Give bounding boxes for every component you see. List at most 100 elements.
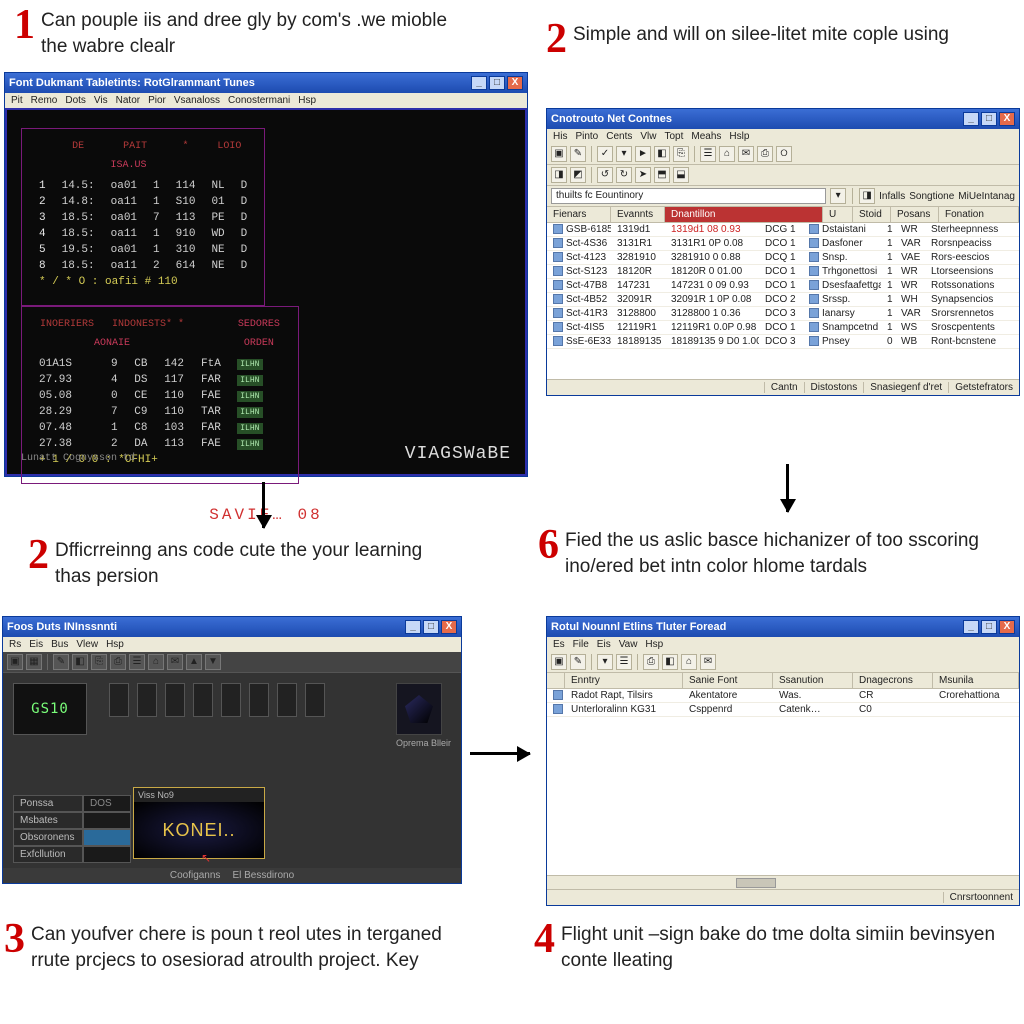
side-key[interactable]: Exfcllution (13, 846, 83, 863)
side-key[interactable]: Obsoronens (13, 829, 83, 846)
menu-item[interactable]: File (573, 639, 589, 650)
side-key[interactable]: Msbates (13, 812, 83, 829)
thumbnail[interactable] (305, 683, 325, 717)
table-row[interactable]: Sct-4IS512119R112119R1 0.0P 0.98DCO 1Sna… (547, 321, 1019, 335)
toolbar-button[interactable]: ⌂ (681, 654, 697, 670)
toolbar-button[interactable]: ↻ (616, 167, 632, 183)
thumbnail[interactable] (109, 683, 129, 717)
col-header[interactable]: Dnantillon (665, 207, 823, 222)
toolbar-button[interactable]: ✉ (700, 654, 716, 670)
col-header[interactable]: Dnagecrons (853, 673, 933, 688)
menu-item[interactable]: Vis (94, 95, 108, 106)
bottom-item[interactable]: El Bessdirono (232, 870, 294, 881)
minimize-button[interactable]: _ (471, 76, 487, 90)
prism-card[interactable]: Oprema Blleir (396, 683, 451, 748)
address-input[interactable]: thuilts fc Eountinory (551, 188, 826, 204)
titlebar[interactable]: Rotul Nounnl Etlins Tluter Foread _ □ X (547, 617, 1019, 637)
toolbar-button[interactable]: ▦ (26, 654, 42, 670)
table-row[interactable]: SsE-6E331818913518189135 9 D0 1.00DCO 3P… (547, 335, 1019, 349)
toolbar-button[interactable]: ◧ (654, 146, 670, 162)
menu-item[interactable]: Pit (11, 95, 23, 106)
h-scrollbar[interactable] (547, 875, 1019, 889)
menu-item[interactable]: Hsp (106, 639, 124, 650)
menu-item[interactable]: Bus (51, 639, 68, 650)
table-row[interactable]: Sct-4S363131R13131R1 0P 0.08DCO 1Dasfone… (547, 237, 1019, 251)
col-header[interactable]: Fonation (939, 207, 1019, 222)
col-header[interactable]: Fienars (547, 207, 611, 222)
maximize-button[interactable]: □ (489, 76, 505, 90)
col-header[interactable]: U (823, 207, 853, 222)
table-row[interactable]: Sct-47B8147231147231 0 09 0.93DCO 1Dsesf… (547, 279, 1019, 293)
toolbar-button[interactable]: ◧ (72, 654, 88, 670)
thumbnail[interactable] (165, 683, 185, 717)
menu-item[interactable]: Vaw (619, 639, 638, 650)
selected-thumbnail[interactable]: Viss No9 KONEI.. (133, 787, 265, 859)
col-header[interactable] (547, 673, 565, 688)
menu-item[interactable]: Conostermani (228, 95, 290, 106)
col-header[interactable]: Enntry (565, 673, 683, 688)
menu-item[interactable]: Pinto (575, 131, 598, 142)
toolbar-button[interactable]: ✎ (570, 146, 586, 162)
close-button[interactable]: X (441, 620, 457, 634)
table-row[interactable]: Unterloralinn KG31CsppenrdCatenk…C0 (547, 703, 1019, 717)
toolbar-button[interactable]: ୦ (776, 146, 792, 162)
menu-item[interactable]: Remo (31, 95, 58, 106)
toolbar-button[interactable]: ☰ (616, 654, 632, 670)
toolbar-button[interactable]: ► (635, 146, 651, 162)
thumbnail-badge[interactable]: GS10 (13, 683, 87, 735)
toolbar-button[interactable]: ➤ (635, 167, 651, 183)
toolbar-button[interactable]: ▣ (7, 654, 23, 670)
toolbar-button[interactable]: ▾ (616, 146, 632, 162)
menu-item[interactable]: Eis (29, 639, 43, 650)
toolbar-button[interactable]: ⎘ (91, 654, 107, 670)
toolbar-button[interactable]: ▼ (205, 654, 221, 670)
toolbar-button[interactable]: ✉ (738, 146, 754, 162)
toolbar-button[interactable]: ✉ (167, 654, 183, 670)
col-header[interactable]: Evannts (611, 207, 665, 222)
maximize-button[interactable]: □ (981, 112, 997, 126)
toolbar-button[interactable]: ◩ (570, 167, 586, 183)
thumbnail[interactable] (277, 683, 297, 717)
toolbar-button[interactable]: ⎙ (643, 654, 659, 670)
toolbar-button[interactable]: ⎙ (110, 654, 126, 670)
close-button[interactable]: X (507, 76, 523, 90)
minimize-button[interactable]: _ (405, 620, 421, 634)
filter-icon[interactable]: ◨ (859, 188, 875, 204)
menu-item[interactable]: Pior (148, 95, 166, 106)
close-button[interactable]: X (999, 620, 1015, 634)
menu-item[interactable]: Hsp (298, 95, 316, 106)
thumbnail[interactable] (193, 683, 213, 717)
menu-item[interactable]: Vlew (76, 639, 98, 650)
col-header[interactable]: Stoid (853, 207, 891, 222)
table-row[interactable]: Sct-4B5232091R32091R 1 0P 0.08DCO 2Srssp… (547, 293, 1019, 307)
titlebar[interactable]: Foos Duts INInssnnti _ □ X (3, 617, 461, 637)
thumbnail[interactable] (249, 683, 269, 717)
minimize-button[interactable]: _ (963, 112, 979, 126)
toolbar-button[interactable]: ▣ (551, 654, 567, 670)
thumbnail[interactable] (221, 683, 241, 717)
toolbar-button[interactable]: ✓ (597, 146, 613, 162)
toolbar-button[interactable]: ▣ (551, 146, 567, 162)
toolbar-button[interactable]: ☰ (700, 146, 716, 162)
table-row[interactable]: Radot Rapt, TilsirsAkentatoreWas.CRCrore… (547, 689, 1019, 703)
table-row[interactable]: Sct-41R331288003128800 1 0.36DCO 3Ianars… (547, 307, 1019, 321)
titlebar[interactable]: Cnotrouto Net Contnes _ □ X (547, 109, 1019, 129)
side-key[interactable]: Ponssa (13, 795, 83, 812)
toolbar-button[interactable]: ⌂ (148, 654, 164, 670)
menu-item[interactable]: Hsp (645, 639, 663, 650)
toolbar-button[interactable]: ↺ (597, 167, 613, 183)
maximize-button[interactable]: □ (423, 620, 439, 634)
toolbar-button[interactable]: ⎙ (757, 146, 773, 162)
toolbar-button[interactable]: ⬓ (673, 167, 689, 183)
table-row[interactable]: Sct-412332819103281910 0 0.88DCQ 1Snsp.1… (547, 251, 1019, 265)
toolbar-button[interactable]: ◨ (551, 167, 567, 183)
menu-item[interactable]: Rs (9, 639, 21, 650)
menu-item[interactable]: Cents (606, 131, 632, 142)
menu-item[interactable]: Es (553, 639, 565, 650)
thumbnail[interactable] (137, 683, 157, 717)
maximize-button[interactable]: □ (981, 620, 997, 634)
menu-item[interactable]: Vsanaloss (174, 95, 220, 106)
table-row[interactable]: Sct-S12318120R18120R 0 01.00DCO 1Trhgone… (547, 265, 1019, 279)
menu-item[interactable]: Hslp (729, 131, 749, 142)
table-row[interactable]: GSB-61851319d11319d1 08 0.93DCG 1Dstaist… (547, 223, 1019, 237)
